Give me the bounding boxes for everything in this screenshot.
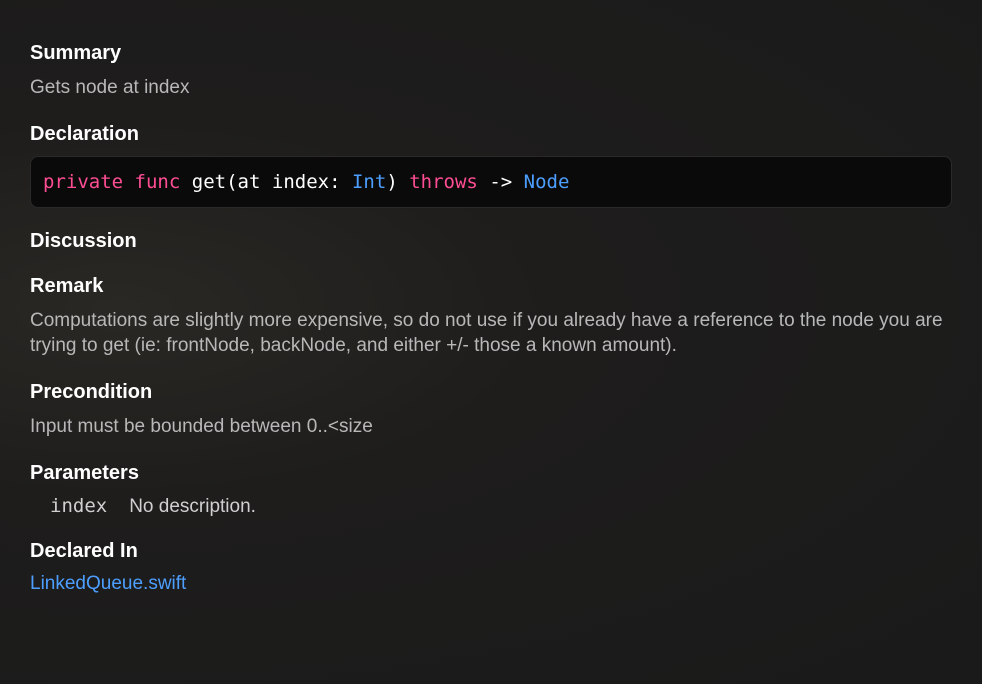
colon-token: :: [329, 171, 340, 193]
keyword-throws: throws: [409, 171, 478, 193]
func-name: get: [192, 171, 226, 193]
declared-in-heading: Declared In: [30, 540, 952, 563]
remark-text: Computations are slightly more expensive…: [30, 308, 952, 359]
precondition-heading: Precondition: [30, 381, 952, 404]
summary-heading: Summary: [30, 42, 952, 65]
return-type-node: Node: [524, 171, 570, 193]
arg-label: at: [238, 171, 261, 193]
arrow-token: ->: [489, 171, 512, 193]
parameter-name: index: [50, 495, 107, 517]
keyword-func: func: [135, 171, 181, 193]
precondition-text: Input must be bounded between 0..<size: [30, 414, 952, 440]
declared-in-file-link[interactable]: LinkedQueue.swift: [30, 573, 952, 595]
keyword-private: private: [43, 171, 123, 193]
type-int: Int: [352, 171, 386, 193]
declaration-heading: Declaration: [30, 123, 952, 146]
close-paren: ): [386, 171, 397, 193]
remark-heading: Remark: [30, 275, 952, 298]
parameters-heading: Parameters: [30, 462, 952, 485]
parameter-row: index No description.: [30, 495, 952, 518]
parameter-description: No description.: [129, 496, 256, 518]
open-paren: (: [226, 171, 237, 193]
param-name-token: index: [272, 171, 329, 193]
summary-text: Gets node at index: [30, 75, 952, 101]
declaration-code-block: private func get(at index: Int) throws -…: [30, 156, 952, 208]
discussion-heading: Discussion: [30, 230, 952, 253]
